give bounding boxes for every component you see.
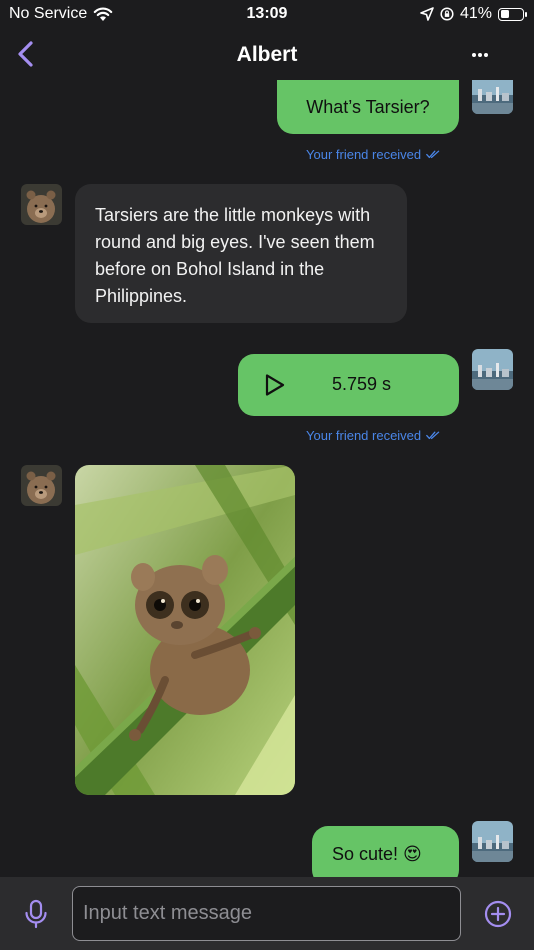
message-text: What’s Tarsier? bbox=[306, 96, 430, 117]
message-text: So cute! 😍 bbox=[332, 844, 422, 864]
read-receipt: Your friend received bbox=[306, 428, 440, 443]
nav-bar: Albert bbox=[0, 32, 534, 78]
receipt-label: Your friend received bbox=[306, 428, 422, 443]
sent-message-bubble[interactable]: So cute! 😍 bbox=[312, 826, 459, 877]
my-avatar[interactable] bbox=[472, 80, 513, 114]
status-bar: No Service 13:09 41% bbox=[0, 0, 534, 30]
sent-message-bubble[interactable]: What’s Tarsier? bbox=[277, 80, 459, 134]
read-receipt: Your friend received bbox=[306, 147, 440, 162]
voice-duration: 5.759 s bbox=[332, 374, 392, 394]
my-avatar[interactable] bbox=[472, 349, 513, 390]
battery-icon bbox=[498, 7, 527, 21]
orientation-lock-icon bbox=[440, 7, 454, 21]
play-icon[interactable] bbox=[262, 373, 286, 397]
add-circle-icon[interactable] bbox=[484, 900, 512, 928]
location-arrow-icon bbox=[420, 7, 434, 21]
received-message-bubble[interactable]: Tarsiers are the little monkeys with rou… bbox=[75, 184, 407, 323]
voice-message-bubble[interactable]: 5.759 s bbox=[238, 354, 459, 416]
ellipsis-icon[interactable] bbox=[466, 46, 494, 64]
my-avatar[interactable] bbox=[472, 821, 513, 862]
battery-percent: 41% bbox=[459, 5, 492, 22]
friend-avatar[interactable] bbox=[21, 465, 62, 506]
status-right: 41% bbox=[420, 5, 527, 23]
chat-list[interactable]: What’s Tarsier? Your friend received Tar… bbox=[0, 80, 534, 877]
battery-level bbox=[500, 10, 509, 18]
image-message[interactable] bbox=[75, 465, 295, 795]
microphone-icon[interactable] bbox=[22, 899, 50, 929]
page-title: Albert bbox=[236, 43, 298, 66]
message-input[interactable] bbox=[72, 886, 461, 941]
receipt-label: Your friend received bbox=[306, 147, 422, 162]
friend-avatar[interactable] bbox=[21, 184, 62, 225]
tarsier-photo bbox=[75, 465, 295, 795]
message-composer bbox=[0, 877, 534, 950]
message-text: Tarsiers are the little monkeys with rou… bbox=[95, 205, 375, 306]
double-check-icon bbox=[426, 431, 440, 440]
double-check-icon bbox=[426, 150, 440, 159]
